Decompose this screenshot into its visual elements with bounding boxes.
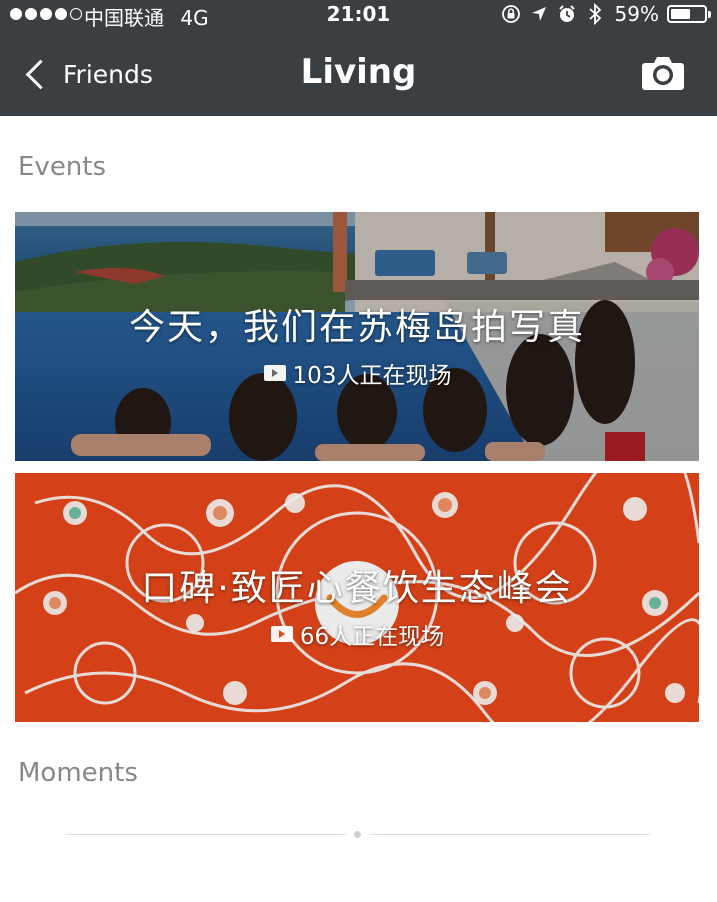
status-bar: 中国联通 4G 21:01 59% (0, 0, 717, 30)
status-icons: 59% (501, 2, 711, 26)
moments-section-title: Moments (18, 758, 138, 788)
event-card-samui[interactable]: 今天，我们在苏梅岛拍写真 103人正在现场 (15, 212, 699, 461)
event-title: 今天，我们在苏梅岛拍写真 (128, 307, 585, 348)
loading-divider (66, 831, 650, 838)
event-card-koubei[interactable]: 口碑·致匠心餐饮生态峰会 66人正在现场 (15, 473, 699, 722)
bluetooth-icon (585, 2, 605, 26)
event-title: 口碑·致匠心餐饮生态峰会 (141, 568, 573, 609)
camera-icon (642, 57, 684, 90)
app-header: 中国联通 4G 21:01 59% Friends Living (0, 0, 717, 116)
lock-rotation-icon (501, 2, 521, 26)
battery-level (671, 9, 690, 19)
live-video-icon (270, 626, 293, 642)
battery-icon (667, 5, 711, 23)
navigation-bar: Friends Living (0, 30, 717, 116)
events-section-title: Events (18, 152, 107, 182)
event-viewers: 66人正在现场 (15, 617, 699, 651)
live-video-icon (263, 365, 286, 381)
divider-line-left (66, 834, 346, 835)
event-viewers-count: 66人正在现场 (299, 624, 445, 650)
battery-cap (708, 11, 711, 18)
event-viewers-count: 103人正在现场 (292, 363, 452, 389)
camera-button[interactable] (641, 54, 685, 92)
alarm-icon (557, 2, 577, 26)
location-icon (529, 2, 549, 26)
event-viewers: 103人正在现场 (15, 356, 699, 390)
divider-line-right (370, 834, 650, 835)
page-title: Living (300, 52, 417, 92)
loading-dot (354, 831, 361, 838)
battery-percent: 59% (614, 2, 659, 26)
